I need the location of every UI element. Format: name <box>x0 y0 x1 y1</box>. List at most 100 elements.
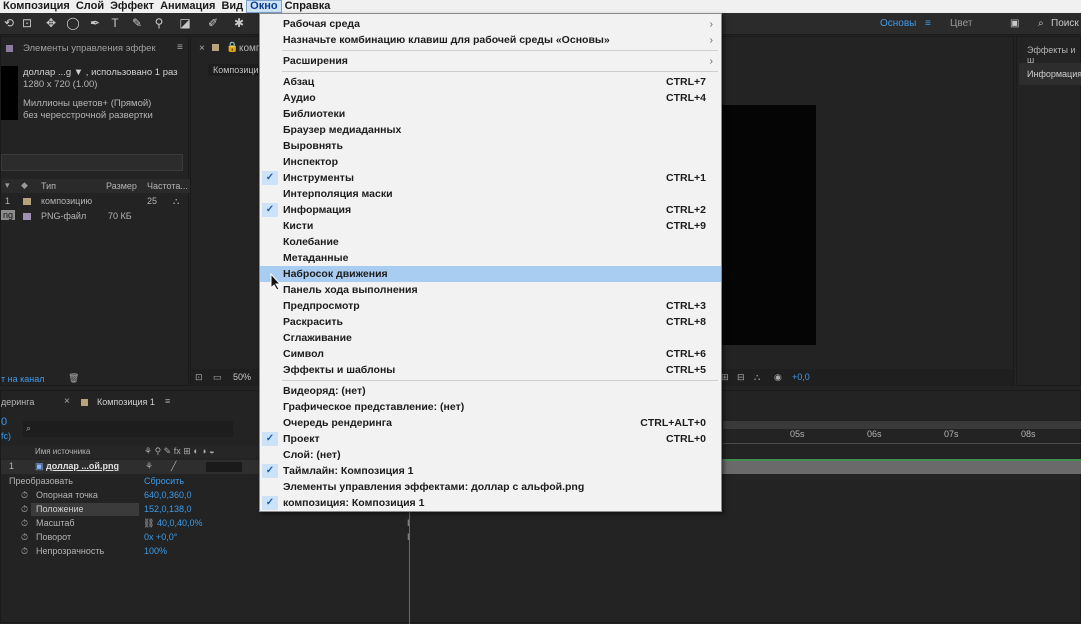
flowchart-icon[interactable]: ⛬ <box>754 372 760 383</box>
keyframe-icon[interactable]: I <box>407 532 410 542</box>
table-row[interactable]: 1 композицию 25 ⛬ <box>1 195 190 209</box>
tab-info[interactable]: Информация <box>1027 69 1081 79</box>
close-tab-icon[interactable]: × <box>64 396 70 407</box>
rotate-tool-icon[interactable]: ⟲ <box>2 16 16 30</box>
snapshot-icon[interactable]: ⊡ <box>195 372 203 383</box>
window-menu-item[interactable]: ✓ Проект CTRL+0 <box>260 431 721 447</box>
brush-tool-icon[interactable]: ✎ <box>130 16 144 30</box>
subtab-composition[interactable]: Композици <box>208 64 264 76</box>
trash-icon[interactable]: 🗑 <box>68 373 79 384</box>
window-menu-item[interactable]: Рабочая среда › <box>260 16 721 32</box>
window-menu-item[interactable]: Очередь рендеринга CTRL+ALT+0 <box>260 415 721 431</box>
menu-composition[interactable]: Композиция <box>0 0 73 13</box>
window-menu-item[interactable]: Символ CTRL+6 <box>260 346 721 362</box>
composition-canvas[interactable] <box>710 105 816 345</box>
window-menu-item[interactable]: Слой: (нет) <box>260 447 721 463</box>
window-menu-item[interactable]: Набросок движения <box>260 266 721 282</box>
window-menu-item[interactable]: Выровнять <box>260 138 721 154</box>
window-menu-item[interactable]: Колебание <box>260 234 721 250</box>
stopwatch-icon[interactable]: ⏱ <box>21 518 28 529</box>
tab-timeline-comp[interactable]: Композиция 1 <box>97 397 155 407</box>
region-icon[interactable]: ⊞ <box>721 372 729 383</box>
label-tag-icon[interactable]: ◆ <box>21 180 28 191</box>
type-tool-icon[interactable]: T <box>108 16 122 30</box>
switches-icon[interactable]: ⚘ ⚲ ✎ fx ⊞ ◐ ◑ ◒ <box>144 446 215 457</box>
flowchart-icon[interactable]: ⛬ <box>173 196 179 207</box>
window-menu-item[interactable]: Видеоряд: (нет) <box>260 383 721 399</box>
window-menu-item[interactable]: Браузер медиаданных <box>260 122 721 138</box>
value-scale[interactable]: 40,0,40,0% <box>157 518 203 528</box>
quality-icon[interactable]: ╱ <box>171 461 176 472</box>
stamp-tool-icon[interactable]: ⚲ <box>152 16 166 30</box>
link-icon[interactable]: ⛓ <box>143 518 154 529</box>
window-menu-item[interactable]: Элементы управления эффектами: доллар с … <box>260 479 721 495</box>
tab-render-queue[interactable]: деринга <box>1 397 34 407</box>
work-area-bar[interactable] <box>723 421 1081 429</box>
window-menu-item[interactable]: ✓ Таймлайн: Композиция 1 <box>260 463 721 479</box>
window-menu-item[interactable]: Инспектор <box>260 154 721 170</box>
stopwatch-icon[interactable]: ⏱ <box>21 490 28 501</box>
window-menu-item[interactable]: Раскрасить CTRL+8 <box>260 314 721 330</box>
workspace-color[interactable]: Цвет <box>950 18 972 29</box>
workspace-menu-icon[interactable]: ≡ <box>925 18 931 29</box>
col-rate[interactable]: Частота... <box>147 181 188 191</box>
window-menu-item[interactable]: ✓ Информация CTRL+2 <box>260 202 721 218</box>
value-anchor-point[interactable]: 640,0,360,0 <box>144 490 192 500</box>
search-icon[interactable]: ⌕ <box>1038 18 1044 29</box>
camera-tool-icon[interactable]: ⊡ <box>20 16 34 30</box>
timeline-search-input[interactable]: ⌕ <box>23 421 233 437</box>
monitor-icon[interactable]: ▭ <box>213 372 222 383</box>
menu-view[interactable]: Вид <box>218 0 246 13</box>
layer-name[interactable]: доллар ...ой.png <box>46 461 119 471</box>
menu-effect[interactable]: Эффект <box>107 0 157 13</box>
eraser-tool-icon[interactable]: ◪ <box>178 16 192 30</box>
workspace-basic[interactable]: Основы <box>880 18 916 29</box>
footer-link[interactable]: т на канал <box>1 374 44 384</box>
exposure-icon[interactable]: ◉ <box>774 372 782 383</box>
tab-effects-presets[interactable]: Эффекты и ш <box>1027 45 1080 65</box>
project-search-input[interactable] <box>1 154 183 171</box>
sort-arrow-icon[interactable]: ▾ <box>5 180 10 191</box>
window-menu-item[interactable]: Абзац CTRL+7 <box>260 74 721 90</box>
menu-layer[interactable]: Слой <box>73 0 107 13</box>
window-menu-item[interactable]: Аудио CTRL+4 <box>260 90 721 106</box>
pan-tool-icon[interactable]: ✥ <box>44 16 58 30</box>
window-menu-item[interactable]: Библиотеки <box>260 106 721 122</box>
current-time[interactable]: 0 <box>1 416 7 428</box>
exposure-value[interactable]: +0,0 <box>792 372 810 382</box>
close-tab-icon[interactable]: × <box>199 43 205 54</box>
window-menu-item[interactable]: Метаданные <box>260 250 721 266</box>
zoom-level[interactable]: 50% <box>233 372 251 382</box>
menu-animation[interactable]: Анимация <box>157 0 218 13</box>
window-menu-item[interactable]: ✓ композиция: Композиция 1 <box>260 495 721 511</box>
window-menu-item[interactable]: Эффекты и шаблоны CTRL+5 <box>260 362 721 378</box>
col-source-name[interactable]: Имя источника <box>35 447 90 456</box>
panel-menu-icon[interactable]: ≡ <box>165 396 170 406</box>
panel-menu-icon[interactable]: ≡ <box>177 42 183 53</box>
roto-brush-icon[interactable]: ✐ <box>206 16 220 30</box>
window-menu-item[interactable]: Графическое представление: (нет) <box>260 399 721 415</box>
switch-boxes[interactable] <box>206 462 242 472</box>
col-size[interactable]: Размер <box>106 181 137 191</box>
stopwatch-icon[interactable]: ⏱ <box>21 504 28 515</box>
pen-tool-icon[interactable]: ✒ <box>88 16 102 30</box>
transform-label[interactable]: Преобразовать <box>9 476 73 486</box>
col-type[interactable]: Тип <box>41 181 56 191</box>
menu-help[interactable]: Справка <box>282 0 334 13</box>
value-opacity[interactable]: 100% <box>144 546 167 556</box>
value-rotation[interactable]: 0x +0,0° <box>144 532 177 542</box>
puppet-pin-icon[interactable]: ✱ <box>232 16 246 30</box>
table-row[interactable]: ng PNG-файл 70 КБ <box>1 210 190 224</box>
shy-icon[interactable]: ⚘ <box>145 461 153 472</box>
tab-effect-controls[interactable]: Элементы управления эффек <box>23 38 156 60</box>
window-menu-item[interactable]: Интерполяция маски <box>260 186 721 202</box>
window-menu-item[interactable]: ✓ Инструменты CTRL+1 <box>260 170 721 186</box>
window-menu-item[interactable]: Кисти CTRL+9 <box>260 218 721 234</box>
ellipse-tool-icon[interactable]: ◯ <box>66 16 80 30</box>
lock-icon[interactable]: 🔒 <box>226 42 238 53</box>
vr-icon[interactable]: ▣ <box>1010 18 1019 29</box>
search-field[interactable]: Поиск <box>1051 18 1079 29</box>
window-menu-item[interactable]: Панель хода выполнения <box>260 282 721 298</box>
grid-icon[interactable]: ⊟ <box>737 372 745 383</box>
reset-link[interactable]: Сбросить <box>144 476 184 486</box>
